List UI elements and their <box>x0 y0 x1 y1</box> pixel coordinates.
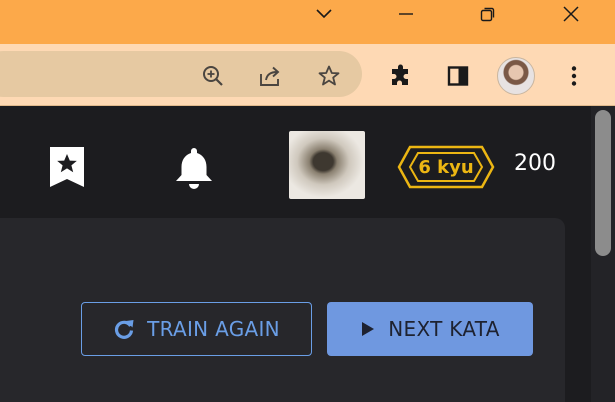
close-icon <box>563 6 579 22</box>
next-kata-label: NEXT KATA <box>388 317 500 341</box>
rank-label: 6 kyu <box>418 156 474 178</box>
user-avatar[interactable] <box>289 131 365 199</box>
browser-titlebar <box>0 0 615 44</box>
bell-icon <box>176 148 212 189</box>
page-content: 6 kyu 200 TRAIN AGAIN NEXT KATA <box>0 106 615 402</box>
train-again-button[interactable]: TRAIN AGAIN <box>81 302 312 356</box>
profile-avatar[interactable] <box>497 57 535 95</box>
browser-menu-button[interactable] <box>559 61 589 91</box>
honor-score[interactable]: 200 <box>514 151 556 176</box>
bookmark-star-icon <box>50 147 84 187</box>
side-panel-icon <box>447 66 469 86</box>
chevron-down-icon <box>316 9 332 19</box>
star-icon <box>318 65 340 86</box>
extensions-button[interactable] <box>386 61 416 91</box>
address-bar[interactable] <box>0 51 362 97</box>
bookmark-page-button[interactable] <box>314 61 344 91</box>
side-panel-button[interactable] <box>443 61 473 91</box>
extensions-icon <box>392 64 408 85</box>
share-icon <box>260 66 280 86</box>
minimize-button[interactable] <box>384 0 428 28</box>
restore-button[interactable] <box>466 0 510 28</box>
browser-toolbar <box>0 44 615 106</box>
play-icon <box>362 322 375 336</box>
notifications-button[interactable] <box>168 142 220 194</box>
restore-icon <box>480 7 495 22</box>
zoom-icon <box>203 66 223 86</box>
scrollbar-thumb[interactable] <box>595 110 611 256</box>
close-button[interactable] <box>549 0 593 28</box>
minimize-icon <box>399 13 413 15</box>
bookmarks-button[interactable] <box>44 142 90 192</box>
menu-icon <box>571 66 577 86</box>
rank-badge[interactable]: 6 kyu <box>396 144 496 190</box>
refresh-icon <box>115 320 134 339</box>
tab-search-button[interactable] <box>302 0 346 28</box>
train-again-label: TRAIN AGAIN <box>147 317 280 341</box>
next-kata-button[interactable]: NEXT KATA <box>327 302 533 356</box>
share-button[interactable] <box>256 61 286 91</box>
zoom-button[interactable] <box>198 61 228 91</box>
